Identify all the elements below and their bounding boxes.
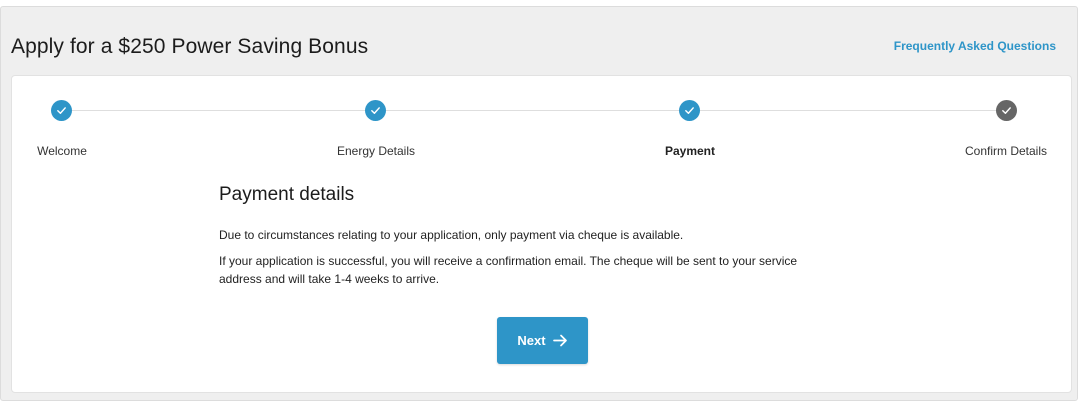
step-energy-details-indicator — [365, 100, 386, 121]
stepper-connector — [386, 110, 688, 111]
step-payment-indicator — [679, 100, 700, 121]
payment-method-notice: Due to circumstances relating to your ap… — [219, 228, 684, 242]
page-title: Apply for a $250 Power Saving Bonus — [11, 35, 369, 58]
check-icon — [1002, 107, 1011, 114]
step-label-confirm-details: Confirm Details — [964, 144, 1048, 158]
check-icon — [685, 107, 694, 114]
step-label-payment: Payment — [664, 144, 716, 158]
step-label-energy-details: Energy Details — [336, 144, 416, 158]
check-icon — [371, 107, 380, 114]
stepper-connector — [72, 110, 374, 111]
check-icon — [57, 107, 66, 114]
step-welcome-indicator — [51, 100, 72, 121]
next-button[interactable]: Next — [497, 317, 588, 364]
step-confirm-details-indicator — [996, 100, 1017, 121]
stepper-connector — [700, 110, 1006, 111]
payment-details-section: Payment details Due to circumstances rel… — [219, 184, 879, 296]
application-panel: Apply for a $250 Power Saving Bonus Freq… — [0, 6, 1078, 401]
faq-link[interactable]: Frequently Asked Questions — [894, 39, 1056, 53]
confirmation-notice: If your application is successful, you w… — [219, 252, 879, 288]
step-label-welcome: Welcome — [37, 144, 87, 158]
form-card: Welcome Energy Details Payment Confirm D… — [11, 75, 1072, 393]
arrow-right-icon — [552, 334, 567, 347]
section-heading: Payment details — [219, 184, 355, 205]
confirmation-notice-line-1: If your application is successful, you w… — [219, 254, 798, 268]
next-button-label: Next — [517, 333, 546, 348]
confirmation-notice-line-2: address and will take 1-4 weeks to arriv… — [219, 272, 440, 286]
